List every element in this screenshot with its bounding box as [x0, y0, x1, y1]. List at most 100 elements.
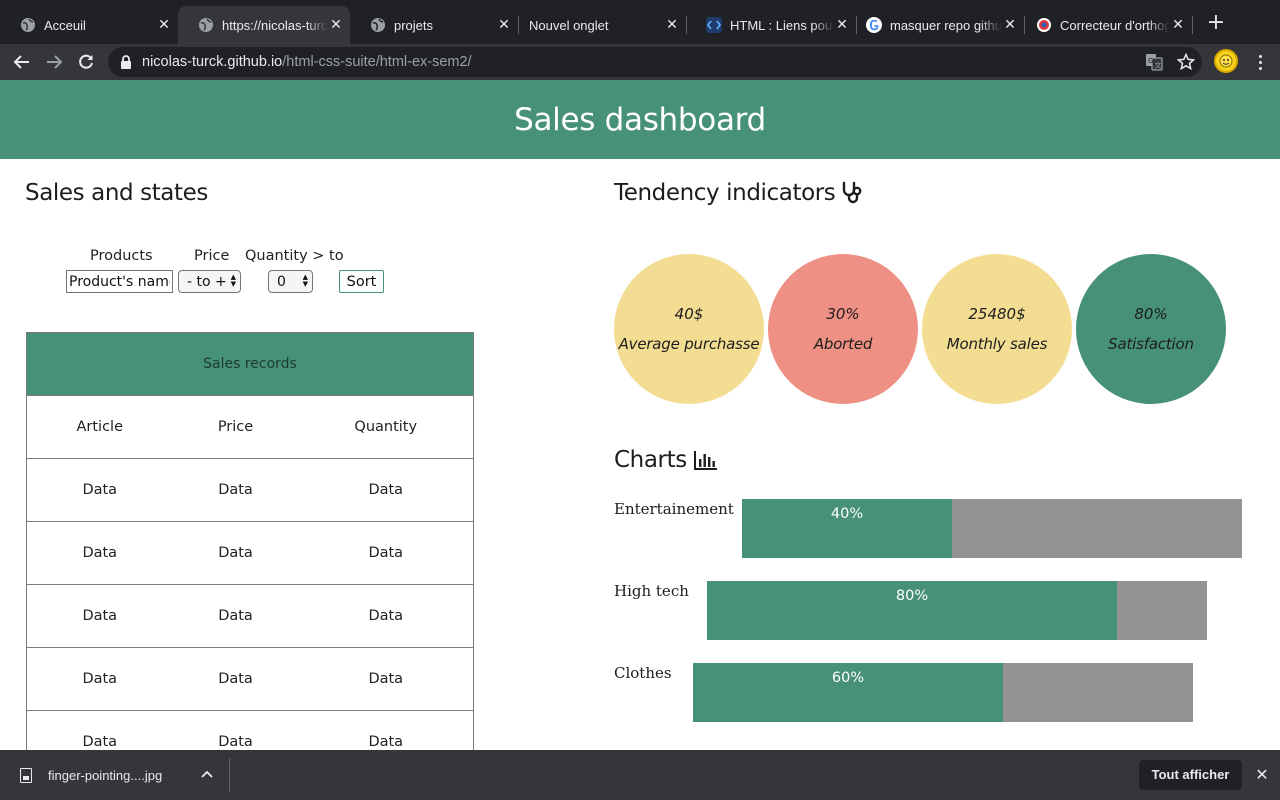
new-tab-button[interactable]: +	[1205, 12, 1227, 35]
tab-nouvel-onglet[interactable]: Nouvel onglet ✕	[519, 6, 686, 44]
table-caption-row: Sales records	[26, 332, 474, 396]
sort-button[interactable]: Sort	[339, 270, 384, 293]
tab-html-liens[interactable]: HTML : Liens pour naviguer ✕	[686, 6, 856, 44]
indicator-label: Aborted	[813, 335, 873, 353]
reload-icon	[79, 54, 93, 69]
tab-masquer-repo[interactable]: masquer repo github ✕	[846, 6, 1024, 44]
download-bar: finger-pointing....jpg Tout afficher ✕	[0, 750, 1280, 800]
close-icon[interactable]: ✕	[156, 17, 172, 33]
table-cell: Data	[26, 521, 173, 585]
close-icon[interactable]: ✕	[328, 17, 344, 33]
forward-arrow-icon	[47, 55, 63, 69]
quantity-select[interactable]: 0 ▲ ▼	[268, 270, 313, 293]
bar-chart-icon	[693, 451, 717, 470]
page-title: Sales dashboard	[514, 101, 766, 138]
translate-button[interactable]: G文	[1142, 50, 1166, 74]
close-icon[interactable]: ✕	[1254, 767, 1270, 783]
table-cell: Data	[172, 584, 299, 648]
avatar[interactable]	[1214, 49, 1238, 73]
reload-button[interactable]	[74, 50, 98, 74]
scribens-icon	[1036, 17, 1052, 33]
table-row: Data Data Data	[26, 458, 474, 522]
indicator-monthly-sales: 25480$ Monthly sales	[922, 254, 1072, 404]
table-cell: Data	[298, 710, 474, 750]
show-all-button[interactable]: Tout afficher	[1139, 760, 1242, 790]
price-label: Price	[194, 248, 230, 264]
tab-projets[interactable]: projets ✕	[350, 6, 518, 44]
site-header: Sales dashboard	[0, 80, 1280, 159]
tab-separator	[1192, 16, 1193, 34]
table-row: Data Data Data	[26, 710, 474, 750]
download-separator	[229, 758, 230, 792]
table-row: Data Data Data	[26, 584, 474, 648]
back-button[interactable]	[10, 50, 34, 74]
table-header-row: Article Price Quantity	[26, 395, 474, 459]
close-icon[interactable]: ✕	[1170, 17, 1186, 33]
tab-title: Acceuil	[44, 17, 86, 33]
table-row: Data Data Data	[26, 647, 474, 711]
page-viewport: Sales dashboard Sales and states Product…	[0, 80, 1280, 750]
products-label: Products	[90, 248, 153, 264]
table-cell: Data	[26, 710, 173, 750]
chart-bar-label: Entertainement	[614, 500, 734, 518]
column-header-quantity: Quantity	[298, 395, 474, 459]
url-text: nicolas-turck.github.io/html-css-suite/h…	[142, 54, 472, 70]
chart-bar-fill: 60%	[693, 663, 1003, 722]
file-icon	[20, 767, 32, 783]
indicator-aborted: 30% Aborted	[768, 254, 918, 404]
table-cell: Data	[26, 647, 173, 711]
url-host: nicolas-turck.github.io	[142, 54, 283, 70]
indicator-value: 30%	[826, 305, 860, 323]
tab-title: https://nicolas-turck.github.io	[222, 17, 328, 33]
chevron-up-icon[interactable]	[200, 767, 214, 781]
tab-acceuil[interactable]: Acceuil ✕	[0, 6, 178, 44]
table-cell: Data	[172, 647, 299, 711]
download-item[interactable]: finger-pointing....jpg	[20, 750, 162, 800]
table-cell: Data	[298, 521, 474, 585]
column-header-article: Article	[26, 395, 173, 459]
indicator-value: 40$	[674, 305, 704, 323]
table-cell: Data	[298, 458, 474, 522]
kebab-menu-icon[interactable]	[1250, 50, 1270, 74]
close-icon[interactable]: ✕	[496, 17, 512, 33]
tab-correcteur[interactable]: Correcteur d'orthographe ✕	[1016, 6, 1192, 44]
quantity-label: Quantity > to	[245, 248, 344, 264]
table-cell: Data	[172, 710, 299, 750]
tab-title: Correcteur d'orthographe	[1060, 17, 1170, 33]
chart-bar-track: 60%	[693, 663, 1193, 722]
google-icon	[866, 17, 882, 33]
chart-bar-label: Clothes	[614, 664, 672, 682]
globe-icon	[20, 17, 36, 33]
url-path: /html-css-suite/html-ex-sem2/	[282, 54, 472, 70]
globe-icon	[370, 17, 386, 33]
price-order-value: - to +	[187, 273, 227, 290]
star-icon	[1177, 53, 1195, 71]
indicator-label: Average purchasse	[618, 335, 760, 353]
address-bar[interactable]: nicolas-turck.github.io/html-css-suite/h…	[108, 47, 1202, 77]
svg-text:文: 文	[1155, 61, 1162, 70]
table-cell: Data	[172, 458, 299, 522]
close-icon[interactable]: ✕	[664, 17, 680, 33]
product-name-input[interactable]	[66, 270, 173, 293]
price-order-select[interactable]: - to + ▲ ▼	[178, 270, 241, 293]
indicator-value: 80%	[1134, 305, 1168, 323]
chart-bar-fill: 80%	[707, 581, 1117, 640]
tab-title: masquer repo github	[890, 17, 1002, 33]
bookmark-button[interactable]	[1174, 50, 1198, 74]
forward-button[interactable]	[42, 50, 66, 74]
svg-text:G: G	[1148, 57, 1153, 65]
tab-active-page[interactable]: https://nicolas-turck.github.io ✕	[178, 6, 350, 44]
charts-section-title: Charts	[614, 447, 719, 473]
download-file-name: finger-pointing....jpg	[48, 767, 163, 783]
lock-icon[interactable]	[120, 54, 134, 70]
translate-icon: G文	[1146, 54, 1163, 71]
table-cell: Data	[298, 647, 474, 711]
tab-title: projets	[394, 17, 434, 33]
sales-section-title: Sales and states	[25, 180, 208, 206]
chart-bar-track: 40%	[742, 499, 1242, 558]
table-cell: Data	[26, 458, 173, 522]
back-arrow-icon	[13, 55, 29, 69]
table-cell: Data	[172, 521, 299, 585]
browser-toolbar: nicolas-turck.github.io/html-css-suite/h…	[0, 44, 1280, 80]
code-icon	[706, 17, 722, 33]
